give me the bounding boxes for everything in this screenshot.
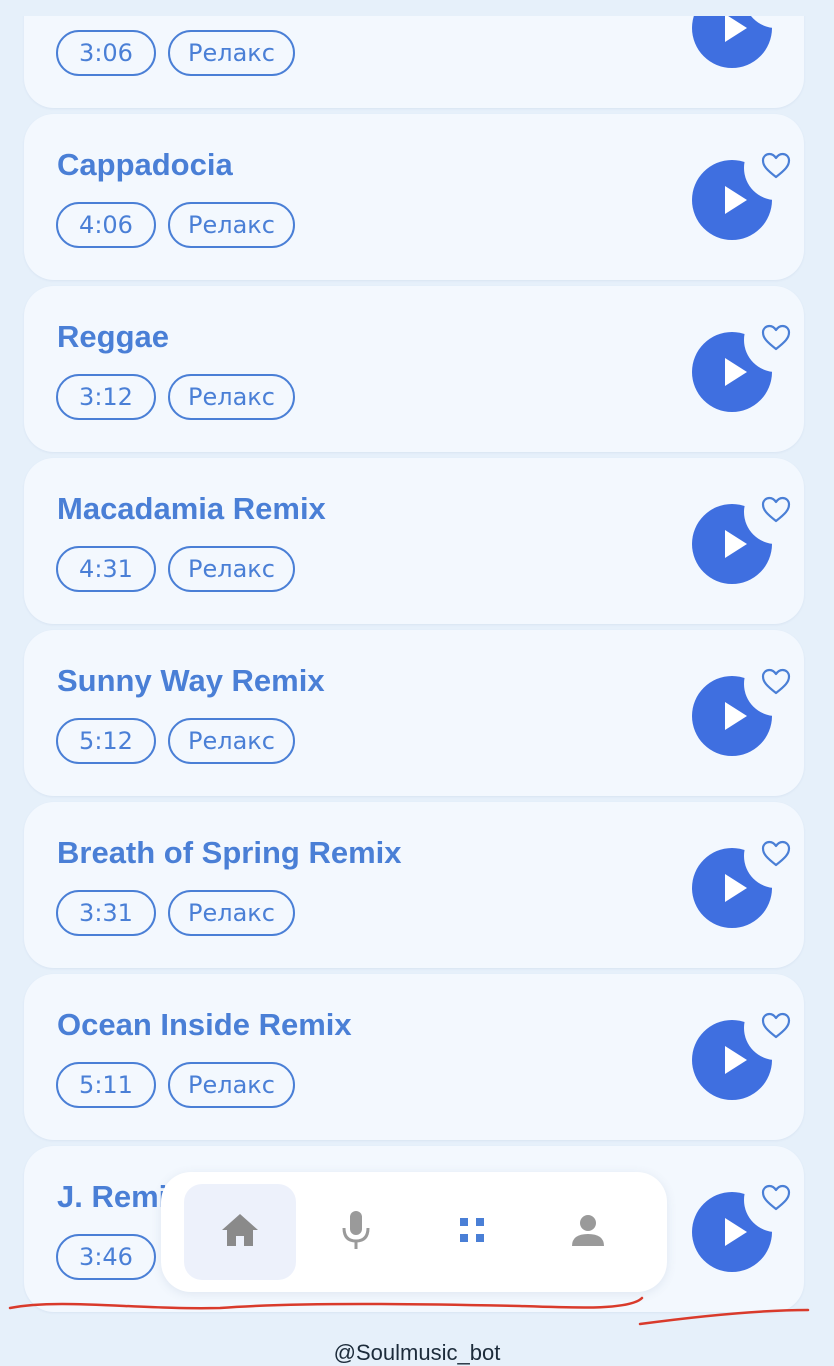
favorite-button[interactable] bbox=[744, 824, 804, 888]
grid-icon bbox=[458, 1216, 486, 1249]
favorite-button[interactable] bbox=[744, 308, 804, 372]
nav-catalog-button[interactable] bbox=[416, 1184, 528, 1280]
duration-badge: 5:12 bbox=[56, 718, 156, 764]
track-title: Ocean Inside Remix bbox=[57, 1007, 352, 1042]
track-title: Macadamia Remix bbox=[57, 491, 326, 526]
heart-outline-icon bbox=[761, 324, 791, 357]
duration-badge: 3:06 bbox=[56, 30, 156, 76]
heart-outline-icon bbox=[761, 840, 791, 873]
favorite-button[interactable] bbox=[744, 480, 804, 544]
favorite-button[interactable] bbox=[744, 136, 804, 200]
favorite-button[interactable] bbox=[744, 1168, 804, 1232]
track-card[interactable]: 3:06 Релакс bbox=[24, 0, 804, 108]
duration-badge: 5:11 bbox=[56, 1062, 156, 1108]
bottom-navigation bbox=[161, 1172, 667, 1292]
annotation-underline bbox=[8, 1296, 810, 1326]
genre-tag[interactable]: Релакс bbox=[168, 890, 295, 936]
duration-badge: 4:06 bbox=[56, 202, 156, 248]
nav-profile-button[interactable] bbox=[532, 1184, 644, 1280]
duration-badge: 3:12 bbox=[56, 374, 156, 420]
track-card[interactable]: Cappadocia 4:06 Релакс bbox=[24, 114, 804, 280]
track-title: Breath of Spring Remix bbox=[57, 835, 402, 870]
track-card[interactable]: Macadamia Remix 4:31 Релакс bbox=[24, 458, 804, 624]
play-icon bbox=[725, 1218, 747, 1246]
home-icon bbox=[220, 1212, 260, 1253]
play-icon bbox=[725, 874, 747, 902]
duration-badge: 4:31 bbox=[56, 546, 156, 592]
play-icon bbox=[725, 530, 747, 558]
genre-tag[interactable]: Релакс bbox=[168, 546, 295, 592]
nav-microphone-button[interactable] bbox=[300, 1184, 412, 1280]
genre-tag[interactable]: Релакс bbox=[168, 30, 295, 76]
microphone-icon bbox=[340, 1209, 372, 1256]
track-title: Sunny Way Remix bbox=[57, 663, 325, 698]
track-card[interactable]: Breath of Spring Remix 3:31 Релакс bbox=[24, 802, 804, 968]
heart-outline-icon bbox=[761, 1184, 791, 1217]
play-icon bbox=[725, 1046, 747, 1074]
play-icon bbox=[725, 186, 747, 214]
favorite-button[interactable] bbox=[744, 996, 804, 1060]
duration-badge: 3:46 bbox=[56, 1234, 156, 1280]
genre-tag[interactable]: Релакс bbox=[168, 718, 295, 764]
play-icon bbox=[725, 358, 747, 386]
top-edge bbox=[0, 0, 834, 16]
track-card[interactable]: Ocean Inside Remix 5:11 Релакс bbox=[24, 974, 804, 1140]
play-icon bbox=[725, 702, 747, 730]
favorite-button[interactable] bbox=[744, 652, 804, 716]
duration-badge: 3:31 bbox=[56, 890, 156, 936]
footer-bot-handle: @Soulmusic_bot bbox=[333, 1340, 501, 1365]
user-icon bbox=[570, 1212, 606, 1253]
heart-outline-icon bbox=[761, 496, 791, 529]
heart-outline-icon bbox=[761, 1012, 791, 1045]
track-title: Reggae bbox=[57, 319, 169, 354]
track-card[interactable]: Sunny Way Remix 5:12 Релакс bbox=[24, 630, 804, 796]
track-card[interactable]: Reggae 3:12 Релакс bbox=[24, 286, 804, 452]
genre-tag[interactable]: Релакс bbox=[168, 1062, 295, 1108]
heart-outline-icon bbox=[761, 152, 791, 185]
play-icon bbox=[725, 14, 747, 42]
heart-outline-icon bbox=[761, 668, 791, 701]
genre-tag[interactable]: Релакс bbox=[168, 374, 295, 420]
nav-home-button[interactable] bbox=[184, 1184, 296, 1280]
genre-tag[interactable]: Релакс bbox=[168, 202, 295, 248]
track-title: Cappadocia bbox=[57, 147, 233, 182]
